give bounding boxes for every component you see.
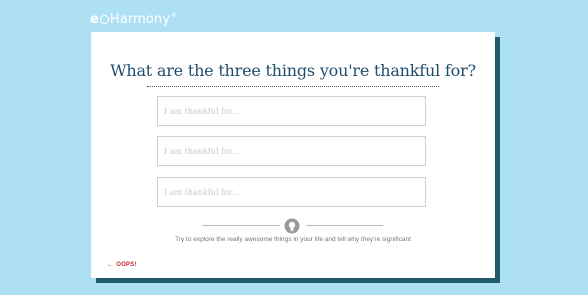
logo-circle-icon — [99, 15, 109, 24]
back-arrow-icon: ← — [107, 262, 114, 268]
question-title: What are the three things you're thankfu… — [110, 61, 476, 80]
lightbulb-icon — [284, 218, 300, 234]
logo-text: armony — [119, 12, 171, 27]
eharmony-logo: e H armony ® — [90, 12, 177, 27]
thankful-input-2[interactable] — [157, 136, 426, 166]
hint-divider-left — [202, 225, 280, 226]
logo-registered-mark: ® — [171, 12, 178, 19]
hint-text: Try to explore the really awesome things… — [175, 236, 411, 243]
title-divider — [147, 86, 439, 87]
thankful-input-3[interactable] — [157, 177, 426, 207]
hint-divider-right — [306, 225, 383, 226]
oops-label: OOPS! — [116, 262, 137, 268]
logo-prefix: e — [90, 12, 99, 27]
thankful-input-1[interactable] — [157, 96, 426, 126]
oops-back-link[interactable]: ← OOPS! — [107, 262, 137, 268]
question-card: What are the three things you're thankfu… — [91, 32, 495, 278]
logo-initial: H — [109, 12, 120, 27]
